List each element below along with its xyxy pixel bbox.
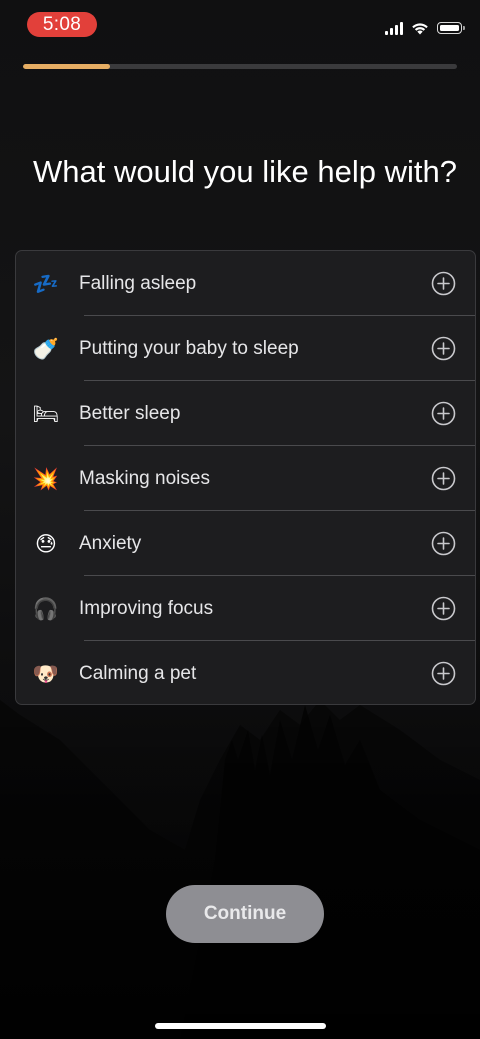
option-label: Falling asleep <box>79 273 197 294</box>
option-label: Calming a pet <box>79 663 197 684</box>
add-circle-icon[interactable] <box>431 401 456 426</box>
onboarding-progress-bar <box>23 64 457 69</box>
status-icons <box>385 18 465 38</box>
option-anxiety[interactable]: 😓 Anxiety <box>16 511 475 576</box>
option-falling-asleep[interactable]: 💤 Falling asleep <box>16 251 475 316</box>
option-putting-baby-to-sleep[interactable]: 🍼 Putting your baby to sleep <box>16 316 475 381</box>
add-circle-icon[interactable] <box>431 531 456 556</box>
option-label: Masking noises <box>79 468 210 489</box>
sweat-face-icon: 😓 <box>35 532 57 556</box>
option-label: Putting your baby to sleep <box>79 338 299 359</box>
baby-bottle-icon: 🍼 <box>32 337 60 361</box>
page-title: What would you like help with? <box>33 154 457 189</box>
home-indicator[interactable] <box>155 1023 326 1029</box>
add-circle-icon[interactable] <box>431 596 456 621</box>
continue-button[interactable]: Continue <box>166 885 324 943</box>
add-circle-icon[interactable] <box>431 336 456 361</box>
option-label: Anxiety <box>79 533 142 554</box>
battery-icon <box>437 22 465 34</box>
wifi-icon <box>412 22 428 34</box>
option-label: Improving focus <box>79 598 214 619</box>
option-better-sleep[interactable]: 🛏 Better sleep <box>16 381 475 446</box>
option-masking-noises[interactable]: 💥 Masking noises <box>16 446 475 511</box>
collision-icon: 💥 <box>32 467 60 491</box>
add-circle-icon[interactable] <box>431 466 456 491</box>
dog-face-icon: 🐶 <box>32 662 60 686</box>
cellular-signal-icon <box>385 21 403 35</box>
option-calming-a-pet[interactable]: 🐶 Calming a pet <box>16 641 475 704</box>
status-time: 5:08 <box>27 12 97 37</box>
option-improving-focus[interactable]: 🎧 Improving focus <box>16 576 475 641</box>
bed-icon: 🛏 <box>32 402 60 426</box>
headphones-icon: 🎧 <box>32 597 60 621</box>
progress-fill <box>23 64 110 69</box>
zzz-icon: 💤 <box>32 272 60 296</box>
add-circle-icon[interactable] <box>431 661 456 686</box>
option-label: Better sleep <box>79 403 181 424</box>
help-options-list: 💤 Falling asleep 🍼 Putting your baby to … <box>15 250 476 705</box>
add-circle-icon[interactable] <box>431 271 456 296</box>
